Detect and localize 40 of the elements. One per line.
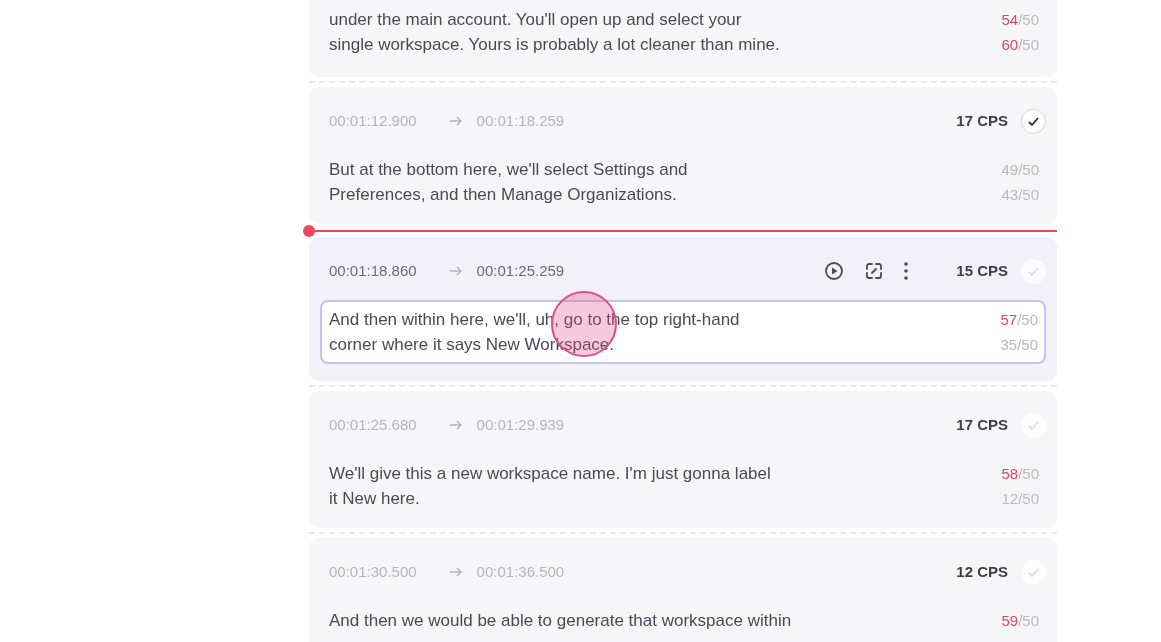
cps-label: 15 CPS — [956, 260, 1008, 281]
start-time: 00:01:12.900 — [329, 110, 417, 131]
char-count: 49/50 — [1001, 160, 1039, 180]
subtitle-line: But at the bottom here, we'll select Settings and — [329, 159, 689, 181]
char-count: 43/50 — [1001, 185, 1039, 205]
cps-label: 17 CPS — [956, 110, 1008, 131]
end-time: 00:01:25.259 — [476, 260, 565, 281]
cue-card[interactable]: 00:01:12.900 00:01:18.259 17 CPS But at the bottom here, we'll select Settings and Preferences, and then Manage Organizations. 49/50 43/50 — [309, 87, 1057, 224]
cue-card[interactable]: under the main account. You'll open up and select your single workspace. Yours is probably a lot cleaner than mine. 54/50 60/50 — [309, 0, 1057, 77]
arrow-icon — [448, 114, 463, 128]
char-count: 35/50 — [1000, 335, 1038, 355]
cue-card[interactable]: 00:01:30.500 00:01:36.500 12 CPS And then we would be able to generate that workspace within 59/50 — [309, 538, 1057, 642]
subtitle-line: Preferences, and then Manage Organizations. — [329, 184, 678, 206]
play-icon[interactable] — [824, 261, 845, 281]
subtitle-line: it New here. — [329, 488, 421, 510]
more-icon[interactable] — [904, 262, 909, 280]
end-time: 00:01:29.939 — [476, 414, 565, 435]
subtitle-line: under the main account. You'll open up and select your — [329, 9, 743, 31]
subtitle-line: And then we would be able to generate that workspace within — [329, 610, 793, 632]
end-time: 00:01:36.500 — [476, 561, 565, 582]
start-time: 00:01:30.500 — [329, 561, 417, 582]
cps-label: 17 CPS — [956, 414, 1008, 435]
char-count: 60/50 — [1001, 35, 1039, 55]
arrow-icon — [448, 264, 463, 278]
arrow-icon — [448, 565, 463, 579]
cue-card[interactable]: 00:01:25.680 00:01:29.939 17 CPS We'll give this a new workspace name. I'm just gonna label it New here. 58/50 12/50 — [309, 391, 1057, 528]
approve-button[interactable] — [1021, 108, 1046, 134]
arrow-icon — [448, 418, 463, 432]
char-count: 54/50 — [1001, 10, 1039, 30]
char-count: 58/50 — [1001, 464, 1039, 484]
char-count: 12/50 — [1001, 489, 1039, 509]
char-count: 59/50 — [1001, 611, 1039, 631]
subtitle-line: We'll give this a new workspace name. I'm just gonna label — [329, 463, 772, 485]
start-time: 00:01:25.680 — [329, 414, 417, 435]
playhead[interactable] — [303, 224, 1057, 237]
end-time: 00:01:18.259 — [476, 110, 565, 131]
char-count: 57/50 — [1000, 310, 1038, 330]
start-time: 00:01:18.860 — [329, 260, 417, 281]
cps-label: 12 CPS — [956, 561, 1008, 582]
subtitle-line: single workspace. Yours is probably a lot cleaner than mine. — [329, 34, 781, 56]
